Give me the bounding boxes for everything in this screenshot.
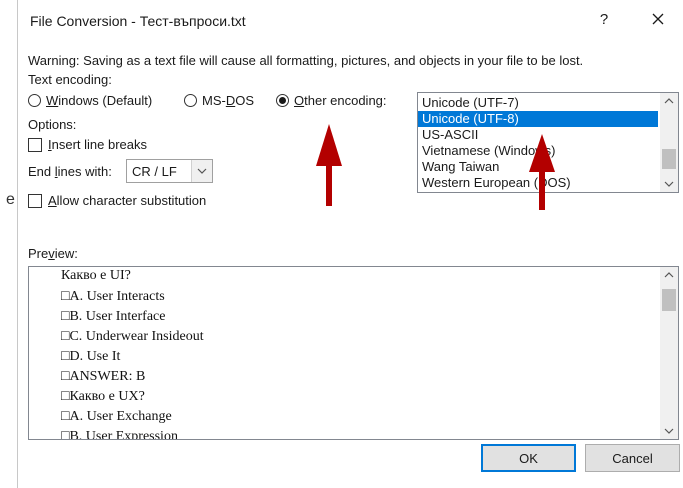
chevron-down-icon: [664, 428, 674, 434]
dialog-title: File Conversion - Тест-въпроси.txt: [30, 13, 246, 29]
scroll-thumb[interactable]: [662, 149, 676, 169]
close-button[interactable]: [646, 9, 670, 29]
radio-ms-dos[interactable]: MS-DOS: [184, 93, 254, 108]
radio-other-encoding[interactable]: Other encoding:: [276, 93, 387, 108]
allow-substitution-checkbox[interactable]: Allow character substitution: [28, 193, 206, 208]
cancel-button[interactable]: Cancel: [585, 444, 680, 472]
scroll-thumb[interactable]: [662, 289, 676, 311]
preview-line: □B. User Interface: [61, 309, 166, 324]
end-lines-label: End lines with:: [28, 164, 112, 179]
checkbox-label: Allow character substitution: [48, 193, 207, 208]
preview-textarea[interactable]: Какво е UI? □A. User Interacts □B. User …: [28, 266, 679, 440]
ok-button[interactable]: OK: [481, 444, 576, 472]
preview-line: □Какво е UX?: [61, 389, 145, 404]
annotation-arrow-up-icon: [529, 134, 555, 210]
preview-line: Какво е UI?: [61, 268, 131, 283]
radio-windows-default[interactable]: Windows (Default): [28, 93, 152, 108]
text-encoding-label: Text encoding:: [28, 72, 112, 87]
radio-label: Windows (Default): [46, 93, 153, 108]
help-button[interactable]: ?: [596, 11, 612, 28]
encoding-option[interactable]: Unicode (UTF-7): [418, 95, 658, 111]
chevron-up-icon: [664, 272, 674, 278]
preview-line: □B. User Expression: [61, 429, 178, 440]
encoding-scrollbar[interactable]: [660, 93, 678, 192]
radio-label: MS-DOS: [202, 93, 255, 108]
scroll-down-button[interactable]: [660, 176, 678, 192]
checkbox-label: Insert line breaks: [48, 137, 148, 152]
end-lines-dropdown[interactable]: CR / LF: [126, 159, 213, 183]
scroll-up-button[interactable]: [660, 267, 678, 283]
scroll-down-button[interactable]: [660, 423, 678, 439]
checkbox-box: [28, 137, 42, 152]
preview-label: Preview:: [28, 246, 78, 261]
encoding-option-selected[interactable]: Unicode (UTF-8): [418, 111, 658, 127]
preview-scrollbar[interactable]: [660, 267, 678, 439]
preview-line: □A. User Interacts: [61, 289, 165, 304]
close-icon: [652, 13, 664, 25]
radio-circle: [28, 94, 41, 107]
title-bar: File Conversion - Тест-въпроси.txt ?: [18, 0, 683, 40]
scroll-up-button[interactable]: [660, 93, 678, 109]
preview-line: □ANSWER: B: [61, 369, 146, 384]
checkbox-box: [28, 193, 42, 208]
background-text-fragment: e: [6, 191, 15, 208]
preview-line: □D. Use It: [61, 349, 121, 364]
chevron-down-icon: [664, 181, 674, 187]
radio-circle: [184, 94, 197, 107]
insert-line-breaks-checkbox[interactable]: Insert line breaks: [28, 137, 147, 152]
options-label: Options:: [28, 117, 77, 132]
background-window-edge: e: [0, 0, 17, 488]
end-lines-value: CR / LF: [132, 164, 177, 179]
preview-line: □C. Underwear Insideout: [61, 329, 204, 344]
radio-label: Other encoding:: [294, 93, 387, 108]
dropdown-button[interactable]: [191, 160, 212, 182]
preview-line: □A. User Exchange: [61, 409, 172, 424]
chevron-up-icon: [664, 98, 674, 104]
radio-circle-selected: [276, 94, 289, 107]
file-conversion-dialog: File Conversion - Тест-въпроси.txt ? War…: [17, 0, 683, 488]
warning-text: Warning: Saving as a text file will caus…: [28, 53, 584, 68]
annotation-arrow-up-icon: [316, 124, 342, 206]
chevron-down-icon: [197, 168, 207, 174]
